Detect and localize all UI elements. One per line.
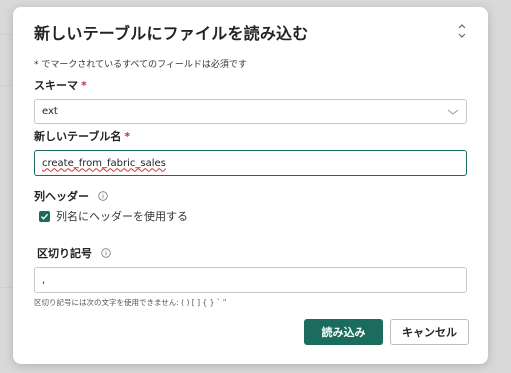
- checkmark-icon: [41, 213, 49, 220]
- cancel-button[interactable]: キャンセル: [390, 319, 469, 345]
- load-to-new-table-dialog: 新しいテーブルにファイルを読み込む * でマークされているすべてのフィールドは必…: [13, 7, 488, 364]
- background-divider: [0, 34, 13, 35]
- table-name-value: create_from_fabric_sales: [42, 157, 166, 169]
- schema-select-value: ext: [42, 106, 58, 117]
- schema-label: スキーマ *: [34, 77, 87, 93]
- required-mark: *: [81, 79, 87, 92]
- delimiter-label-text: 区切り記号: [37, 247, 92, 260]
- background-divider: [0, 85, 13, 86]
- schema-label-text: スキーマ: [34, 79, 78, 92]
- column-header-label: 列ヘッダー: [34, 188, 108, 204]
- table-name-input[interactable]: create_from_fabric_sales: [34, 150, 467, 176]
- background-divider: [0, 287, 13, 288]
- required-mark: *: [124, 130, 131, 143]
- delimiter-helper-text: 区切り記号には次の文字を使用できません: ( ) [ ] { } ` ": [34, 298, 227, 307]
- scroll-arrows-icon[interactable]: [455, 21, 469, 43]
- use-headers-checkbox-label: 列名にヘッダーを使用する: [56, 210, 188, 223]
- required-fields-note: * でマークされているすべてのフィールドは必須です: [34, 60, 247, 70]
- schema-select[interactable]: ext: [34, 99, 467, 124]
- column-header-label-text: 列ヘッダー: [34, 190, 89, 203]
- use-headers-checkbox[interactable]: [39, 210, 50, 222]
- load-button[interactable]: 読み込み: [304, 319, 383, 345]
- table-name-label-text: 新しいテーブル名: [34, 130, 122, 143]
- use-headers-checkbox-row[interactable]: 列名にヘッダーを使用する: [39, 208, 188, 224]
- table-name-label: 新しいテーブル名 *: [34, 128, 130, 144]
- delimiter-label: 区切り記号: [37, 245, 111, 261]
- dialog-title: 新しいテーブルにファイルを読み込む: [34, 24, 309, 43]
- delimiter-input[interactable]: ,: [34, 267, 467, 293]
- delimiter-value: ,: [42, 274, 46, 286]
- chevron-down-icon: [447, 109, 459, 115]
- info-icon[interactable]: [98, 191, 108, 201]
- info-icon[interactable]: [101, 248, 111, 258]
